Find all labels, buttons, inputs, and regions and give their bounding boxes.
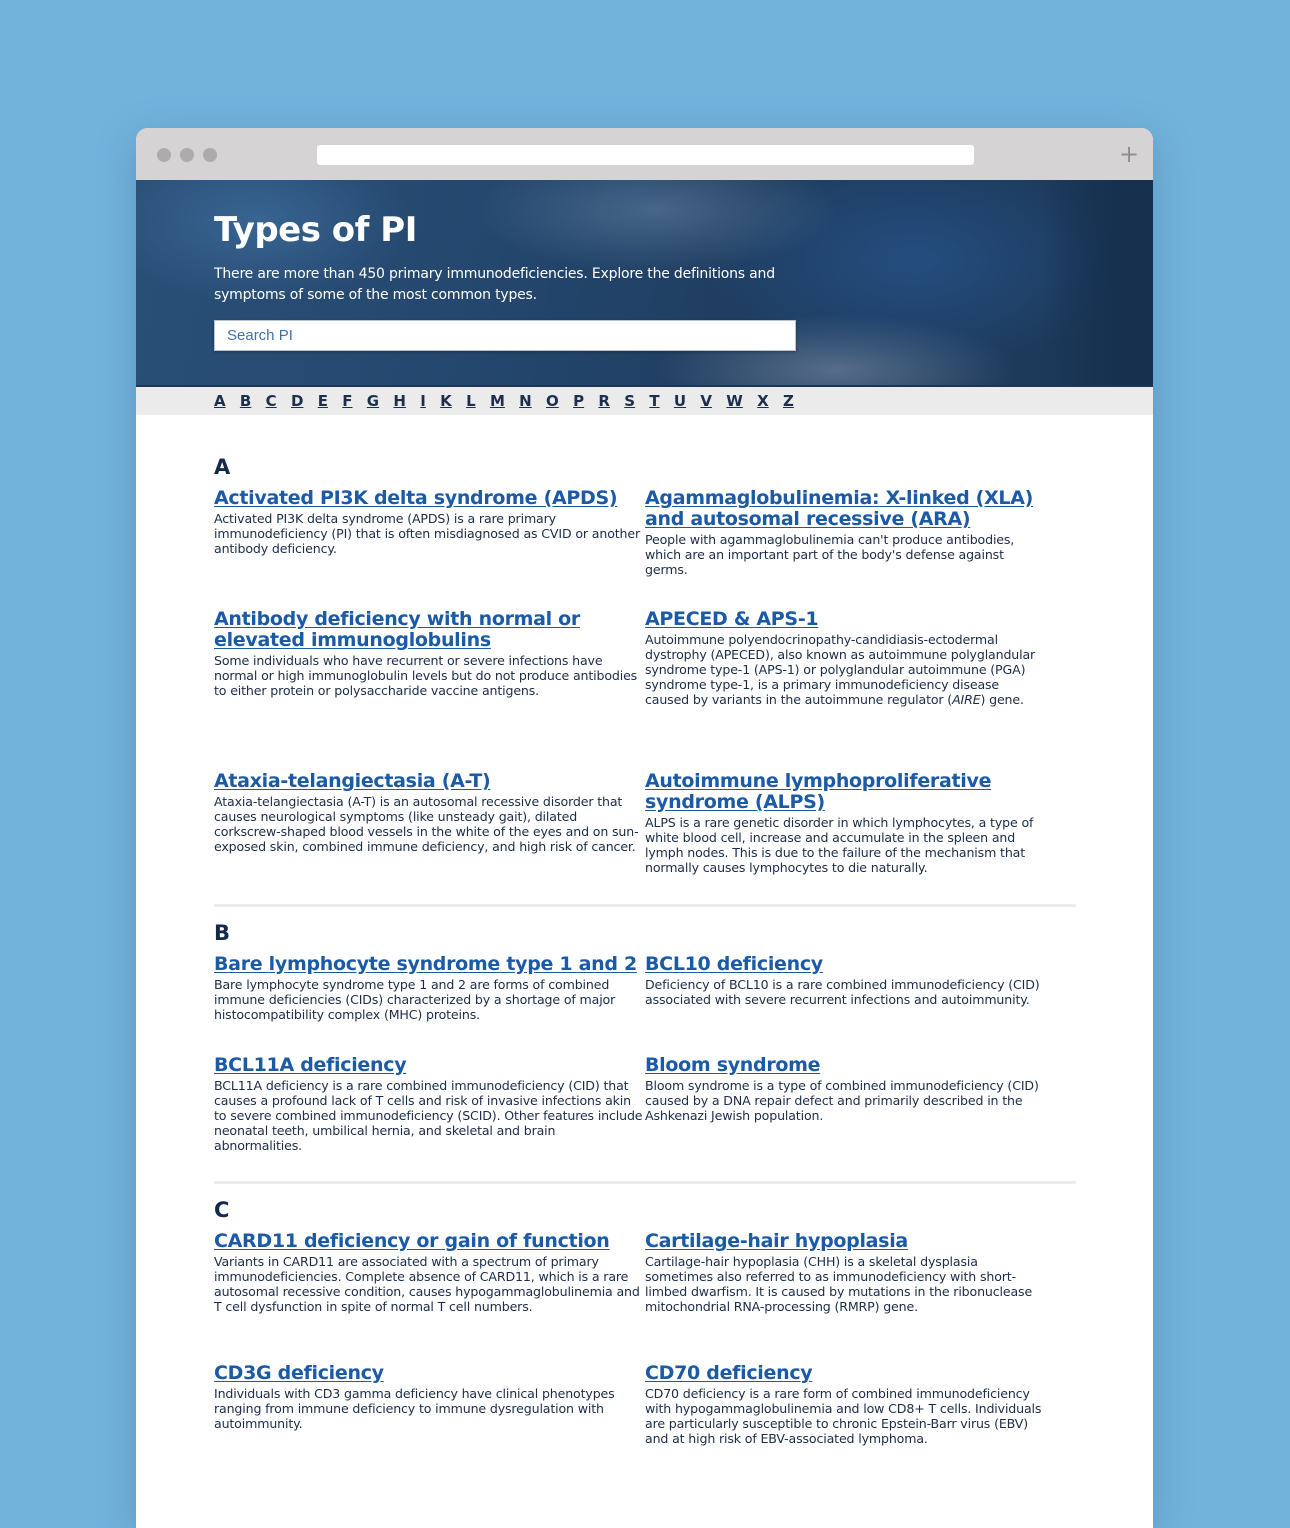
section-c: C CARD11 deficiency or gain of function … [214,1198,1076,1483]
alpha-link-m[interactable]: M [490,392,505,410]
alpha-link-f[interactable]: F [342,392,352,410]
list-item: Antibody deficiency with normal or eleva… [214,609,645,771]
alpha-link-u[interactable]: U [674,392,686,410]
page-title: Types of PI [214,210,417,250]
alpha-link-e[interactable]: E [318,392,328,410]
entry-description: Bloom syndrome is a type of combined imm… [645,1078,1039,1123]
list-item: Ataxia-telangiectasia (A-T) Ataxia-telan… [214,771,645,904]
alpha-link-h[interactable]: H [393,392,406,410]
entry-title-link[interactable]: CD70 deficiency [645,1363,1045,1384]
page-description: There are more than 450 primary immunode… [214,266,775,303]
close-window-dot[interactable] [157,148,171,162]
entry-title-link[interactable]: Activated PI3K delta syndrome (APDS) [214,488,645,509]
alpha-link-z[interactable]: Z [783,392,794,410]
alpha-link-t[interactable]: T [649,392,659,410]
entry-description: CD70 deficiency is a rare form of combin… [645,1386,1042,1446]
entry-description: ALPS is a rare genetic disorder in which… [645,815,1034,875]
alpha-link-r[interactable]: R [598,392,610,410]
alpha-link-s[interactable]: S [624,392,635,410]
entry-description: Ataxia-telangiectasia (A-T) is an autoso… [214,794,639,854]
entry-title-link[interactable]: Agammaglobulinemia: X-linked (XLA) and a… [645,488,1045,530]
minimize-window-dot[interactable] [180,148,194,162]
list-item: APECED & APS-1 Autoimmune polyendocrinop… [645,609,1045,771]
section-letter: B [214,921,231,945]
entry-title-link[interactable]: Bloom syndrome [645,1055,1045,1076]
entry-description: Variants in CARD11 are associated with a… [214,1254,640,1314]
list-item: Bare lymphocyte syndrome type 1 and 2 Ba… [214,954,645,1055]
entry-title-link[interactable]: APECED & APS-1 [645,609,1045,630]
plus-icon[interactable]: + [1119,140,1139,168]
entry-description: BCL11A deficiency is a rare combined imm… [214,1078,643,1153]
list-item: Cartilage-hair hypoplasia Cartilage-hair… [645,1231,1045,1363]
entry-description: People with agammaglobulinemia can't pro… [645,532,1015,577]
alpha-link-o[interactable]: O [546,392,559,410]
description-text: ) gene. [980,692,1024,707]
entry-description: Individuals with CD3 gamma deficiency ha… [214,1386,615,1431]
list-item: BCL10 deficiency Deficiency of BCL10 is … [645,954,1045,1055]
list-item: Agammaglobulinemia: X-linked (XLA) and a… [645,488,1045,609]
list-item: Autoimmune lymphoproliferative syndrome … [645,771,1045,904]
alpha-link-c[interactable]: C [266,392,277,410]
alpha-link-d[interactable]: D [291,392,303,410]
list-item: CARD11 deficiency or gain of function Va… [214,1231,645,1363]
entry-description: Cartilage-hair hypoplasia (CHH) is a ske… [645,1254,1033,1314]
hero-banner: Types of PI There are more than 450 prim… [136,180,1153,385]
entry-title-link[interactable]: BCL11A deficiency [214,1055,645,1076]
alpha-link-a[interactable]: A [214,392,226,410]
section-a: A Activated PI3K delta syndrome (APDS) A… [214,455,1076,904]
alpha-link-x[interactable]: X [757,392,769,410]
alpha-link-k[interactable]: K [440,392,452,410]
list-item: CD3G deficiency Individuals with CD3 gam… [214,1363,645,1483]
entry-description: Bare lymphocyte syndrome type 1 and 2 ar… [214,977,616,1022]
section-letter: C [214,1198,230,1222]
entry-title-link[interactable]: BCL10 deficiency [645,954,1045,975]
alpha-link-w[interactable]: W [726,392,743,410]
entry-description: Autoimmune polyendocrinopathy-candidiasi… [645,632,1045,707]
address-bar[interactable] [317,145,974,165]
entry-title-link[interactable]: Autoimmune lymphoproliferative syndrome … [645,771,1045,813]
entry-title-link[interactable]: Cartilage-hair hypoplasia [645,1231,1045,1252]
list-item: Bloom syndrome Bloom syndrome is a type … [645,1055,1045,1181]
browser-window: + Types of PI There are more than 450 pr… [136,128,1153,1528]
alphabet-nav: ABCDEFGHIKLMNOPRSTUVWXZ [136,385,1153,415]
browser-toolbar: + [136,128,1153,180]
entry-description: Some individuals who have recurrent or s… [214,653,638,698]
window-controls [157,148,217,162]
entry-title-link[interactable]: Antibody deficiency with normal or eleva… [214,609,645,651]
alpha-link-l[interactable]: L [466,392,476,410]
pi-list: A Activated PI3K delta syndrome (APDS) A… [136,415,1153,1483]
section-letter: A [214,455,231,479]
alpha-link-i[interactable]: I [420,392,426,410]
alpha-link-v[interactable]: V [700,392,712,410]
entry-title-link[interactable]: CARD11 deficiency or gain of function [214,1231,645,1252]
gene-name: AIRE [952,692,981,707]
section-divider [214,1181,1076,1184]
list-item: Activated PI3K delta syndrome (APDS) Act… [214,488,645,609]
entry-description: Deficiency of BCL10 is a rare combined i… [645,977,1040,1007]
section-divider [214,904,1076,907]
list-item: CD70 deficiency CD70 deficiency is a rar… [645,1363,1045,1483]
alpha-link-g[interactable]: G [367,392,379,410]
entry-title-link[interactable]: Bare lymphocyte syndrome type 1 and 2 [214,954,645,975]
section-b: B Bare lymphocyte syndrome type 1 and 2 … [214,921,1076,1181]
entry-title-link[interactable]: Ataxia-telangiectasia (A-T) [214,771,645,792]
entry-title-link[interactable]: CD3G deficiency [214,1363,645,1384]
search-input[interactable] [214,320,796,351]
list-item: BCL11A deficiency BCL11A deficiency is a… [214,1055,645,1181]
maximize-window-dot[interactable] [203,148,217,162]
alpha-link-n[interactable]: N [519,392,532,410]
entry-description: Activated PI3K delta syndrome (APDS) is … [214,511,640,556]
alpha-link-p[interactable]: P [573,392,584,410]
alpha-link-b[interactable]: B [240,392,251,410]
